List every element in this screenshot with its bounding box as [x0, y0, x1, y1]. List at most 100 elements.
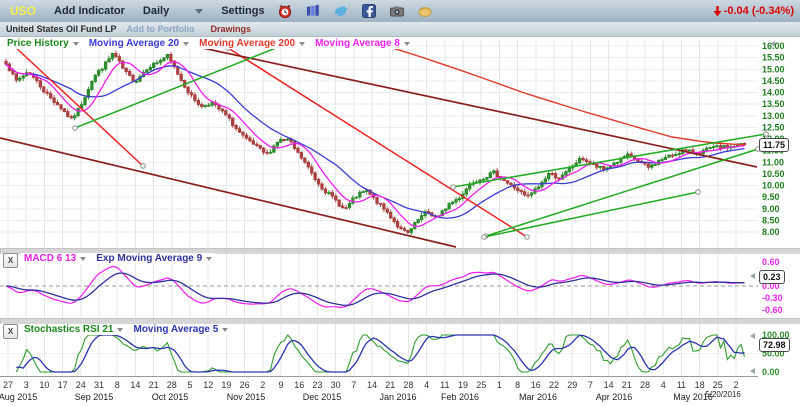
svg-text:23: 23 — [312, 380, 322, 390]
pane-handle-icon[interactable] — [750, 368, 755, 374]
macd-dropdown[interactable]: MACD 6 13 — [24, 253, 86, 264]
settings-button[interactable]: Settings — [221, 5, 264, 17]
trendline-handle-icon[interactable] — [73, 126, 78, 131]
toolbar: USO Add Indicator Daily Settings -0.04 (… — [0, 0, 800, 23]
svg-text:22: 22 — [549, 380, 559, 390]
svg-text:28: 28 — [403, 380, 413, 390]
svg-text:25: 25 — [713, 380, 723, 390]
alarm-clock-icon[interactable] — [277, 3, 293, 19]
hand-icon[interactable] — [417, 3, 433, 19]
svg-text:0.00: 0.00 — [762, 367, 780, 377]
chevron-down-icon — [195, 9, 203, 14]
svg-text:16: 16 — [531, 380, 541, 390]
svg-text:11: 11 — [440, 380, 449, 390]
svg-text:7: 7 — [351, 380, 356, 390]
trendline-handle-icon[interactable] — [141, 164, 146, 169]
svg-text:9: 9 — [278, 380, 283, 390]
svg-text:27: 27 — [3, 380, 13, 390]
macd-signal-dropdown[interactable]: Exp Moving Average 9 — [96, 253, 212, 264]
app-window: 16.0015.5015.0014.5014.0013.5013.0012.50… — [0, 0, 800, 406]
chart-panels-icon[interactable] — [305, 3, 321, 19]
svg-text:13.50: 13.50 — [762, 99, 785, 109]
svg-text:8: 8 — [515, 380, 520, 390]
svg-text:13.00: 13.00 — [762, 111, 785, 121]
company-name: United States Oil Fund LP — [6, 24, 117, 34]
stoch-close-button[interactable]: X — [3, 324, 18, 339]
svg-text:15.50: 15.50 — [762, 53, 785, 63]
svg-text:Jan 2016: Jan 2016 — [379, 392, 416, 402]
svg-text:19: 19 — [221, 380, 231, 390]
svg-text:Nov 2015: Nov 2015 — [227, 392, 266, 402]
svg-text:12: 12 — [203, 380, 213, 390]
period-select[interactable]: Daily — [143, 5, 203, 17]
svg-text:14: 14 — [130, 380, 140, 390]
chevron-down-icon — [117, 328, 123, 332]
svg-text:8.00: 8.00 — [762, 227, 780, 237]
svg-text:11.00: 11.00 — [762, 157, 784, 167]
svg-text:14: 14 — [604, 380, 614, 390]
stoch-value-box: 72.98 — [759, 338, 790, 352]
svg-text:0.60: 0.60 — [762, 257, 780, 267]
period-value: Daily — [143, 5, 169, 17]
svg-text:18: 18 — [695, 380, 705, 390]
svg-text:26: 26 — [240, 380, 250, 390]
pane-handle-icon[interactable] — [750, 273, 755, 279]
price-history-dropdown[interactable]: Price History — [7, 38, 79, 49]
macd-pane-legend: MACD 6 13 Exp Moving Average 9 — [21, 253, 215, 264]
svg-text:Apr 2016: Apr 2016 — [596, 392, 633, 402]
svg-text:15.00: 15.00 — [762, 64, 785, 74]
chart-area[interactable]: 16.0015.5015.0014.5014.0013.5013.0012.50… — [0, 0, 800, 406]
svg-text:9.50: 9.50 — [762, 192, 780, 202]
chevron-down-icon — [80, 257, 86, 261]
add-to-portfolio-link[interactable]: Add to Portfolio — [127, 24, 195, 34]
trendline-green-channel-upper[interactable] — [453, 134, 766, 187]
pane-handle-icon[interactable] — [770, 41, 775, 47]
symbol-label: USO — [10, 4, 36, 18]
svg-text:-0.30: -0.30 — [762, 293, 783, 303]
stoch-dropdown[interactable]: Stochastics RSI 21 — [24, 324, 123, 335]
trendline-handle-icon[interactable] — [482, 235, 487, 240]
camera-icon[interactable] — [389, 3, 405, 19]
trendline-handle-icon[interactable] — [696, 190, 701, 195]
trendline-handle-icon[interactable] — [451, 185, 456, 190]
svg-text:Mar 2016: Mar 2016 — [519, 392, 557, 402]
svg-text:21: 21 — [149, 380, 159, 390]
trendline-handle-icon[interactable] — [525, 235, 530, 240]
svg-text:Feb 2016: Feb 2016 — [441, 392, 479, 402]
pane-handle-icon[interactable] — [750, 333, 755, 339]
svg-text:Sep 2015: Sep 2015 — [75, 392, 114, 402]
svg-text:Aug 2015: Aug 2015 — [0, 392, 37, 402]
macd-close-button[interactable]: X — [3, 253, 18, 268]
svg-text:14.00: 14.00 — [762, 88, 785, 98]
svg-text:2: 2 — [733, 380, 738, 390]
svg-text:25: 25 — [476, 380, 486, 390]
price-change: -0.04 (-0.34%) — [713, 5, 794, 17]
price-pane-legend: Price History Moving Average 20 Moving A… — [4, 38, 413, 49]
svg-text:8.50: 8.50 — [762, 215, 780, 225]
facebook-icon[interactable] — [361, 3, 377, 19]
chevron-down-icon — [299, 42, 305, 46]
svg-text:1: 1 — [497, 380, 502, 390]
stoch-ma-dropdown[interactable]: Moving Average 5 — [133, 324, 228, 335]
chevron-down-icon — [183, 42, 189, 46]
svg-text:21: 21 — [385, 380, 395, 390]
ma20-dropdown[interactable]: Moving Average 20 — [89, 38, 189, 49]
ma8-dropdown[interactable]: Moving Average 8 — [315, 38, 410, 49]
trendline-green-mid[interactable] — [484, 192, 698, 237]
trendline-maroon-channel-lower[interactable] — [0, 138, 456, 247]
drawings-link[interactable]: Drawings — [211, 24, 252, 34]
svg-text:7: 7 — [588, 380, 593, 390]
ma200-dropdown[interactable]: Moving Average 200 — [199, 38, 305, 49]
svg-text:Oct 2015: Oct 2015 — [152, 392, 189, 402]
add-indicator-button[interactable]: Add Indicator — [54, 5, 125, 17]
change-value: -0.04 (-0.34%) — [724, 5, 794, 17]
trendlines[interactable] — [0, 39, 768, 247]
svg-text:11: 11 — [677, 380, 686, 390]
chevron-down-icon — [404, 42, 410, 46]
twitter-icon[interactable] — [333, 3, 349, 19]
macd-value-box: 0.23 — [759, 270, 785, 284]
svg-text:Dec 2015: Dec 2015 — [303, 392, 342, 402]
svg-text:4: 4 — [661, 380, 666, 390]
svg-text:28: 28 — [167, 380, 177, 390]
chevron-down-icon — [222, 328, 228, 332]
